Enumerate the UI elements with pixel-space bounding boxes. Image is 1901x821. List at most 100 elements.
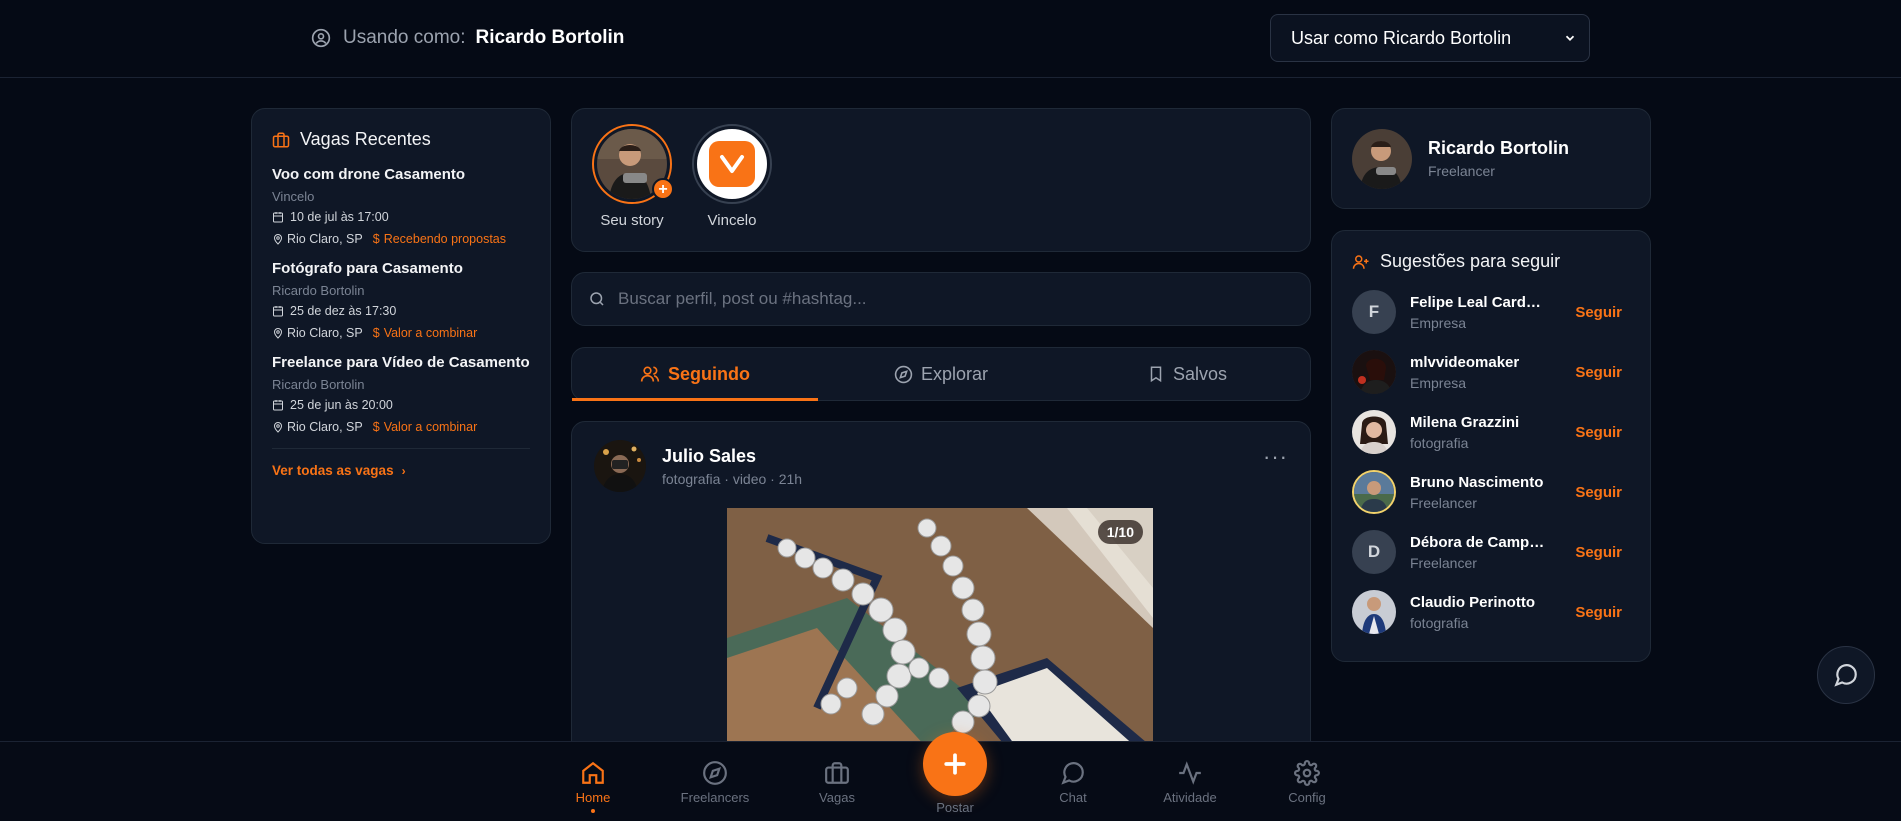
job-title: Voo com drone Casamento bbox=[272, 166, 466, 183]
job-company: Ricardo Bortolin bbox=[272, 283, 365, 298]
suggestions-card: Sugestões para seguir F Felipe Leal Card… bbox=[1331, 230, 1651, 662]
job-item[interactable]: Fotógrafo para Casamento Ricardo Bortoli… bbox=[272, 260, 530, 340]
suggestion-name[interactable]: Débora de Campos bbox=[1410, 534, 1545, 551]
tab-seguindo[interactable]: Seguindo bbox=[572, 348, 818, 401]
dollar-icon: $ bbox=[372, 232, 380, 246]
post-button[interactable] bbox=[923, 732, 987, 796]
follow-button[interactable]: Seguir bbox=[1575, 364, 1622, 381]
tab-label: Seguindo bbox=[668, 363, 750, 384]
post-author[interactable]: Julio Sales bbox=[662, 446, 802, 467]
see-all-jobs-label: Ver todas as vagas bbox=[272, 463, 394, 478]
chat-floating-button[interactable] bbox=[1817, 646, 1875, 704]
job-item[interactable]: Freelance para Vídeo de Casamento Ricard… bbox=[272, 354, 530, 434]
user-plus-icon bbox=[1352, 254, 1369, 269]
job-status-text: Valor a combinar bbox=[383, 326, 478, 340]
post-image[interactable]: 1/10 bbox=[727, 508, 1153, 748]
message-circle-icon bbox=[1061, 762, 1084, 785]
story-avatar-ring bbox=[692, 124, 772, 204]
search-input[interactable]: Buscar perfil, post ou #hashtag... bbox=[618, 289, 867, 309]
job-status-text: Valor a combinar bbox=[383, 420, 478, 434]
user-circle-icon bbox=[311, 28, 331, 48]
suggestion-name[interactable]: Bruno Nascimento bbox=[1410, 474, 1545, 491]
job-title: Fotógrafo para Casamento bbox=[272, 260, 463, 277]
job-status: $ Valor a combinar bbox=[373, 420, 478, 434]
gear-icon bbox=[1294, 760, 1320, 786]
job-date: 10 de jul às 17:00 bbox=[272, 210, 530, 224]
job-meta: Rio Claro, SP $ Valor a combinar bbox=[272, 420, 530, 434]
suggestion-item: F Felipe Leal Cardoso Empresa Seguir bbox=[1352, 282, 1630, 342]
map-pin-icon bbox=[273, 422, 283, 433]
follow-button[interactable]: Seguir bbox=[1575, 304, 1622, 321]
search-bar[interactable]: Buscar perfil, post ou #hashtag... bbox=[571, 272, 1311, 326]
avatar[interactable] bbox=[1352, 350, 1396, 394]
nav-vagas[interactable]: Vagas bbox=[792, 760, 882, 805]
nav-label: Home bbox=[575, 790, 611, 805]
briefcase-icon bbox=[272, 132, 290, 147]
users-icon bbox=[640, 366, 660, 382]
nav-label: Vagas bbox=[819, 790, 855, 805]
suggestion-item: Bruno Nascimento Freelancer Seguir bbox=[1352, 462, 1630, 522]
compass-icon bbox=[703, 761, 727, 785]
nav-label: Config bbox=[1288, 790, 1326, 805]
suggestion-name[interactable]: Milena Grazzini bbox=[1410, 414, 1545, 431]
job-item[interactable]: Voo com drone Casamento Vincelo 10 de ju… bbox=[272, 166, 530, 246]
suggestion-name[interactable]: Felipe Leal Cardoso bbox=[1410, 294, 1545, 311]
tab-label: Salvos bbox=[1172, 363, 1228, 384]
profile-card[interactable]: Ricardo Bortolin Freelancer bbox=[1331, 108, 1651, 209]
job-date-text: 10 de jul às 17:00 bbox=[290, 210, 389, 224]
follow-button[interactable]: Seguir bbox=[1575, 544, 1622, 561]
job-meta: Rio Claro, SP $ Valor a combinar bbox=[272, 326, 530, 340]
nav-chat[interactable]: Chat bbox=[1028, 760, 1118, 805]
tab-explorar[interactable]: Explorar bbox=[818, 348, 1064, 400]
avatar bbox=[1352, 128, 1412, 189]
nav-atividade[interactable]: Atividade bbox=[1145, 760, 1235, 805]
vincelo-logo-icon bbox=[709, 141, 755, 187]
follow-button[interactable]: Seguir bbox=[1575, 604, 1622, 621]
nav-freelancers[interactable]: Freelancers bbox=[670, 760, 760, 805]
job-date: 25 de jun às 20:00 bbox=[272, 398, 530, 412]
suggestion-name[interactable]: Claudio Perinotto bbox=[1410, 594, 1545, 611]
nav-home[interactable]: Home bbox=[548, 760, 638, 813]
avatar[interactable] bbox=[1352, 470, 1396, 514]
story-vincelo[interactable]: Vincelo bbox=[692, 124, 772, 236]
job-date-text: 25 de jun às 20:00 bbox=[290, 398, 393, 412]
avatar[interactable] bbox=[1352, 410, 1396, 454]
calendar-icon bbox=[273, 306, 283, 317]
divider bbox=[272, 448, 530, 449]
suggestion-role: Empresa bbox=[1410, 374, 1467, 391]
more-options-icon[interactable]: ··· bbox=[1263, 446, 1288, 468]
acting-as: Usando como: Ricardo Bortolin bbox=[311, 27, 624, 49]
account-select[interactable]: Usar como Ricardo Bortolin bbox=[1270, 14, 1590, 62]
dollar-icon: $ bbox=[372, 326, 380, 340]
story-own[interactable]: + Seu story bbox=[592, 124, 674, 236]
avatar[interactable] bbox=[594, 440, 646, 492]
avatar[interactable] bbox=[1352, 590, 1396, 634]
profile-name: Ricardo Bortolin bbox=[1428, 138, 1570, 158]
nav-config[interactable]: Config bbox=[1262, 760, 1352, 805]
job-date-text: 25 de dez às 17:30 bbox=[290, 304, 397, 318]
job-date: 25 de dez às 17:30 bbox=[272, 304, 530, 318]
tab-salvos[interactable]: Salvos bbox=[1064, 348, 1310, 400]
suggestion-name[interactable]: mlvvideomaker bbox=[1410, 354, 1545, 371]
avatar[interactable]: D bbox=[1352, 530, 1396, 574]
calendar-icon bbox=[273, 212, 283, 223]
account-select-value: Usar como Ricardo Bortolin bbox=[1291, 27, 1512, 48]
acting-as-label: Usando como: bbox=[343, 27, 466, 48]
job-company: Vincelo bbox=[272, 189, 315, 204]
job-meta: Rio Claro, SP $ Recebendo propostas bbox=[272, 232, 530, 246]
job-status: $ Valor a combinar bbox=[373, 326, 478, 340]
suggestion-item: mlvvideomaker Empresa Seguir bbox=[1352, 342, 1630, 402]
plus-icon bbox=[944, 753, 966, 775]
job-company: Ricardo Bortolin bbox=[272, 377, 365, 392]
add-story-icon[interactable]: + bbox=[652, 178, 674, 200]
acting-as-name: Ricardo Bortolin bbox=[475, 27, 625, 48]
message-circle-icon bbox=[1834, 664, 1857, 687]
follow-button[interactable]: Seguir bbox=[1575, 484, 1622, 501]
nav-label: Freelancers bbox=[680, 790, 750, 805]
follow-button[interactable]: Seguir bbox=[1575, 424, 1622, 441]
see-all-jobs-link[interactable]: Ver todas as vagas › bbox=[272, 463, 530, 478]
avatar[interactable]: F bbox=[1352, 290, 1396, 334]
recent-jobs-card: Vagas Recentes Voo com drone Casamento V… bbox=[251, 108, 551, 544]
map-pin-icon bbox=[273, 234, 283, 245]
suggestion-item: D Débora de Campos Freelancer Seguir bbox=[1352, 522, 1630, 582]
